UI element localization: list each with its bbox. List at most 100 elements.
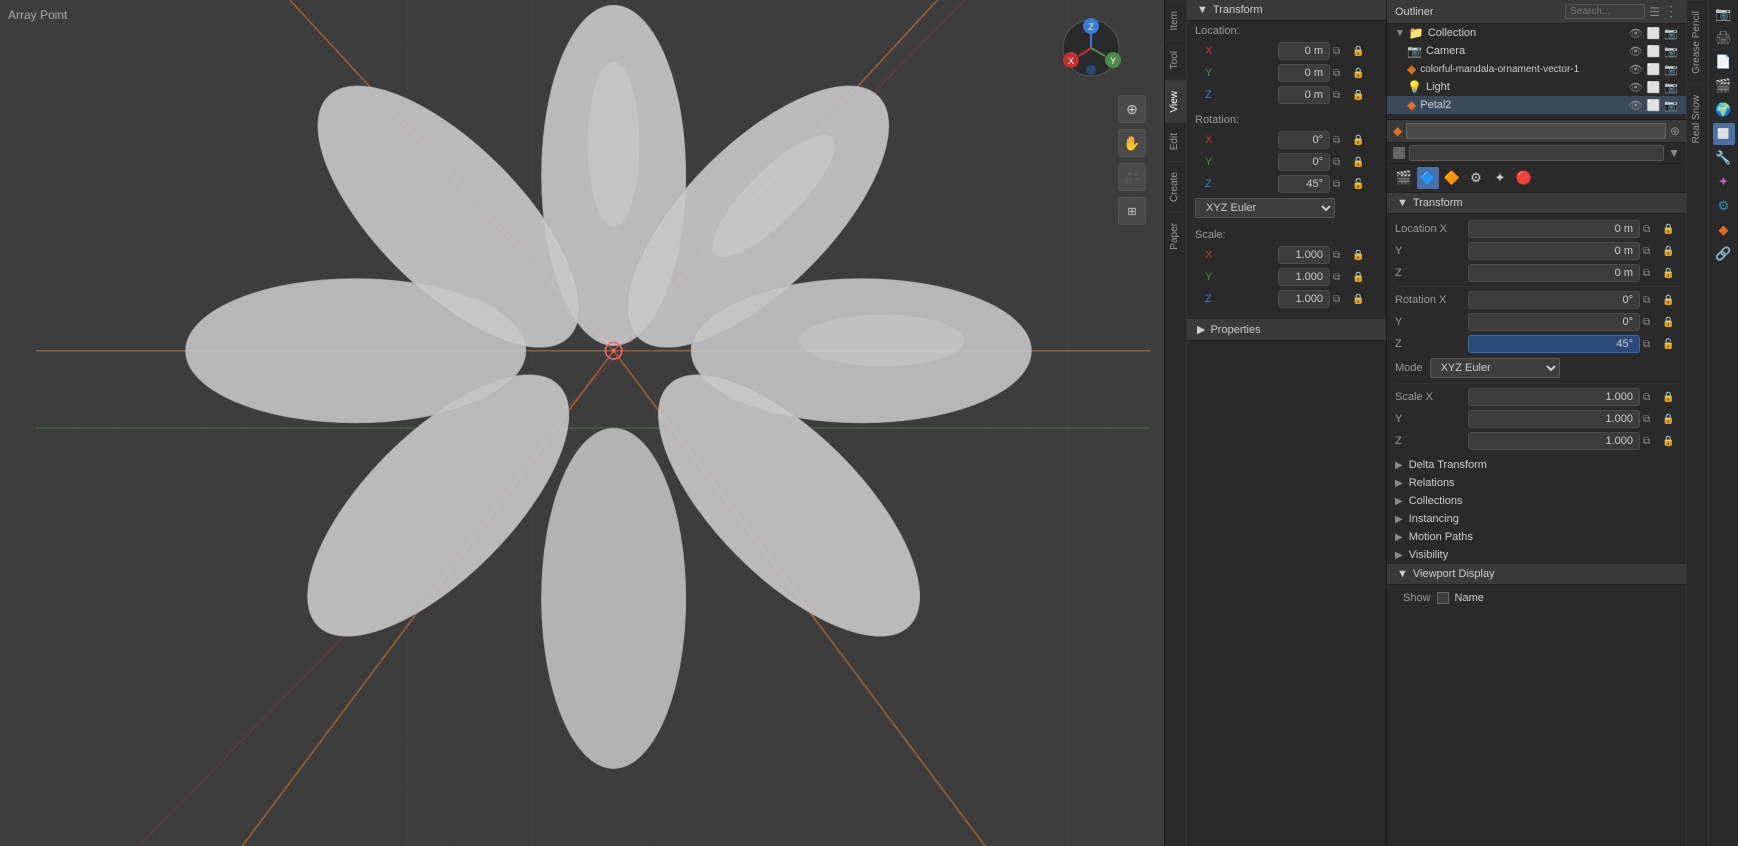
prop-object-data-icon[interactable]: ◆ [1713,219,1735,241]
collection-hide[interactable]: ⬜ [1647,27,1661,40]
tab-tool[interactable]: Tool [1165,40,1186,79]
obj-loc-z-val[interactable]: 0 m [1468,264,1640,282]
outliner-camera[interactable]: 📷 Camera 👁 ⬜ 📷 [1387,42,1686,60]
petal2-render[interactable]: 📷 [1664,99,1678,112]
obj-lock-sx[interactable]: 🔒 [1662,392,1678,403]
fake-btn-1[interactable]: ⊕ [1670,124,1680,138]
prop-scene-icon[interactable]: 🎬 [1713,75,1735,97]
copy-rx[interactable]: ⧉ [1333,135,1349,146]
lock-sy[interactable]: 🔒 [1352,272,1368,283]
obj-copy-sx[interactable]: ⧉ [1643,392,1659,403]
obj-lock-ry[interactable]: 🔒 [1662,317,1678,328]
viewport-display-header[interactable]: ▼ Viewport Display [1387,564,1686,585]
rotation-y-value[interactable]: 0° [1278,153,1330,171]
tab-create[interactable]: Create [1165,161,1186,212]
rotation-x-value[interactable]: 0° [1278,131,1330,149]
viewport[interactable]: Array Point [0,0,1186,846]
copy-sy[interactable]: ⧉ [1333,272,1349,283]
prop-render-icon[interactable]: 📷 [1713,3,1735,25]
obj-lock-sz[interactable]: 🔒 [1662,436,1678,447]
copy-icon-ly[interactable]: ⧉ [1333,68,1349,79]
instancing-row[interactable]: ▶ Instancing [1387,510,1686,528]
tab-item[interactable]: Item [1165,0,1186,40]
prop-output-icon[interactable]: 🖨 [1713,27,1735,49]
obj-copy-rx[interactable]: ⧉ [1643,295,1659,306]
cursor-tool[interactable]: ⊕ [1118,95,1146,123]
lock-rx[interactable]: 🔒 [1352,135,1368,146]
lock-sx[interactable]: 🔒 [1352,250,1368,261]
obj-lock-sy[interactable]: 🔒 [1662,414,1678,425]
lock-ry[interactable]: 🔒 [1352,157,1368,168]
obj-rot-z-val[interactable]: 45° [1468,335,1640,353]
lock-rz[interactable]: 🔓 [1352,179,1368,190]
copy-icon-lx[interactable]: ⧉ [1333,46,1349,57]
outliner-petal2[interactable]: ◆ Petal2 👁 ⬜ 📷 [1387,96,1686,114]
camera-hide[interactable]: ⬜ [1647,45,1661,58]
obj-lock-lz[interactable]: 🔒 [1662,268,1678,279]
prop-world-icon[interactable]: 🌍 [1713,99,1735,121]
obj-lock-rx[interactable]: 🔒 [1662,295,1678,306]
obj-lock-rz[interactable]: 🔓 [1662,339,1678,350]
obj-loc-y-val[interactable]: 0 m [1468,242,1640,260]
camera-render[interactable]: 📷 [1664,45,1678,58]
obj-copy-ly[interactable]: ⧉ [1643,246,1659,257]
copy-ry[interactable]: ⧉ [1333,157,1349,168]
copy-rz[interactable]: ⧉ [1333,179,1349,190]
lamp-tool[interactable]: ⊞ [1118,197,1146,225]
prop-constraints-icon[interactable]: 🔗 [1713,243,1735,265]
obj-copy-ry[interactable]: ⧉ [1643,317,1659,328]
light-eye[interactable]: 👁 [1629,81,1643,94]
obj-lock-ly[interactable]: 🔒 [1662,246,1678,257]
prop-physics-icon[interactable]: ⚙ [1713,195,1735,217]
transform-section-header[interactable]: ▼ Transform [1187,0,1386,21]
obj-rot-y-val[interactable]: 0° [1468,313,1640,331]
location-y-value[interactable]: 0 m [1278,64,1330,82]
prop-view-layer-icon[interactable]: 📄 [1713,51,1735,73]
prop-icon-material[interactable]: ⚙ [1465,167,1487,189]
mandala-render[interactable]: 📷 [1664,63,1678,76]
petal2-eye[interactable]: 👁 [1629,99,1643,112]
prop-particles-icon[interactable]: ✦ [1713,171,1735,193]
obj-transform-header[interactable]: ▼ Transform [1387,193,1686,214]
prop-icon-scene[interactable]: 🎬 [1393,167,1415,189]
tab-paper[interactable]: Paper [1165,212,1186,260]
prop-icon-particles[interactable]: ✦ [1489,167,1511,189]
scale-y-value[interactable]: 1.000 [1278,268,1330,286]
rotation-mode-select[interactable]: XYZ Euler XZY Euler Quaternion [1195,198,1335,218]
name-checkbox[interactable] [1437,592,1449,604]
grease-pencil-tab[interactable]: Grease Pencil [1687,0,1708,84]
copy-icon-lz[interactable]: ⧉ [1333,90,1349,101]
obj-copy-lx[interactable]: ⧉ [1643,224,1659,235]
copy-sx[interactable]: ⧉ [1333,250,1349,261]
obj-scale-y-val[interactable]: 1.000 [1468,410,1640,428]
lock-sz[interactable]: 🔒 [1352,294,1368,305]
motion-paths-row[interactable]: ▶ Motion Paths [1387,528,1686,546]
tab-edit[interactable]: Edit [1165,122,1186,160]
hand-tool[interactable]: ✋ [1118,129,1146,157]
location-z-value[interactable]: 0 m [1278,86,1330,104]
scale-z-value[interactable]: 1.000 [1278,290,1330,308]
prop-modifier-icon[interactable]: 🔧 [1713,147,1735,169]
mandala-hide[interactable]: ⬜ [1647,63,1661,76]
prop-filter-icon[interactable]: ▼ [1668,146,1680,160]
rotation-z-value[interactable]: 45° [1278,175,1330,193]
collection-render[interactable]: 📷 [1664,27,1678,40]
outliner-collection[interactable]: ▼ 📁 Collection 👁 ⬜ 📷 [1387,24,1686,42]
obj-rotation-mode-select[interactable]: XYZ Euler XZY Euler Quaternion [1430,358,1560,378]
camera-tool[interactable]: 🎥 [1118,163,1146,191]
obj-copy-rz[interactable]: ⧉ [1643,339,1659,350]
relations-row[interactable]: ▶ Relations [1387,474,1686,492]
obj-name-input-2[interactable]: Empty Array Point [1409,145,1664,161]
obj-scale-x-val[interactable]: 1.000 [1468,388,1640,406]
obj-rot-x-val[interactable]: 0° [1468,291,1640,309]
outliner-options[interactable]: ⋮ [1664,3,1678,20]
real-snow-tab[interactable]: Real Snow [1687,84,1708,153]
visibility-row[interactable]: ▶ Visibility [1387,546,1686,564]
obj-scale-z-val[interactable]: 1.000 [1468,432,1640,450]
collection-eye[interactable]: 👁 [1629,27,1643,40]
obj-name-input-1[interactable]: Empty Array Point [1406,123,1666,139]
obj-lock-lx[interactable]: 🔒 [1662,224,1678,235]
light-hide[interactable]: ⬜ [1647,81,1661,94]
mandala-eye[interactable]: 👁 [1629,63,1643,76]
properties-section-header[interactable]: ▶ Properties [1187,319,1386,341]
